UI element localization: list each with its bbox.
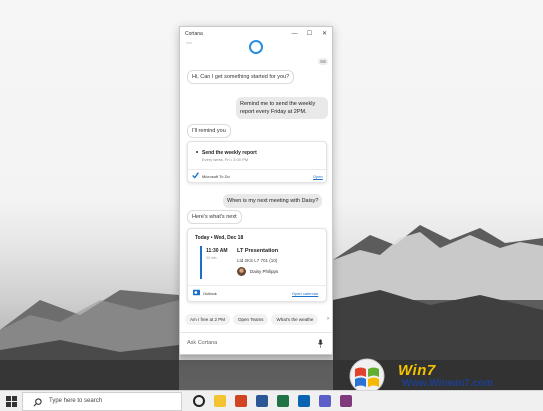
todo-subtitle: Every week, Fri • 2:00 PM bbox=[202, 157, 249, 162]
todo-app-name: Microsoft To Do bbox=[202, 174, 230, 179]
windows-start-icon[interactable] bbox=[6, 396, 17, 407]
title-bar: Cortana — ☐ ✕ bbox=[180, 27, 332, 41]
teams-icon[interactable] bbox=[319, 395, 331, 407]
minimize-button[interactable]: — bbox=[287, 27, 302, 41]
divider bbox=[188, 169, 326, 170]
suggestion-chip[interactable]: Open Teams bbox=[233, 314, 269, 325]
todo-title: Send the weekly report bbox=[202, 150, 257, 156]
cortana-greeting: Hi, Can I get something started for you? bbox=[187, 70, 295, 84]
maximize-button[interactable]: ☐ bbox=[302, 27, 317, 41]
calendar-date-header: Today • Wed, Dec 18 bbox=[195, 235, 244, 241]
close-button[interactable]: ✕ bbox=[317, 27, 332, 41]
taskbar: Type here to search bbox=[0, 390, 543, 411]
watermark-url: Www.Winwin7.com bbox=[402, 378, 494, 389]
open-calendar-link[interactable]: Open calendar bbox=[292, 291, 318, 296]
cortana-window: Cortana — ☐ ✕ ⋯ ⌨ Hi, Can I get somethin… bbox=[179, 26, 333, 355]
search-placeholder: Type here to search bbox=[49, 398, 103, 404]
windows7-watermark-logo-icon bbox=[349, 358, 385, 394]
outlook-icon[interactable] bbox=[298, 395, 310, 407]
ask-cortana-bar[interactable]: Ask Cortana bbox=[180, 332, 332, 354]
suggestion-chip[interactable]: Am I free at 2 PM bbox=[185, 314, 231, 325]
onenote-icon[interactable] bbox=[340, 395, 352, 407]
ask-cortana-input[interactable]: Ask Cortana bbox=[187, 340, 217, 346]
chevron-right-icon[interactable]: › bbox=[327, 316, 329, 322]
open-todo-link[interactable]: Open bbox=[313, 174, 323, 179]
cortana-reply: I'll remind you bbox=[187, 124, 231, 138]
event-time: 11:30 AM bbox=[206, 248, 228, 254]
attendee-name: Daisy Philipps bbox=[250, 269, 279, 274]
powerpoint-icon[interactable] bbox=[235, 395, 247, 407]
calendar-app-name: Outlook bbox=[203, 291, 217, 296]
cortana-reply: Here's what's next bbox=[187, 210, 242, 224]
calendar-card[interactable]: Today • Wed, Dec 18 11:30 AM 30 min LT P… bbox=[187, 228, 327, 302]
todo-card[interactable]: Send the weekly report Every week, Fri •… bbox=[187, 141, 327, 183]
event-color-bar bbox=[200, 246, 202, 279]
cortana-orb-icon bbox=[249, 40, 263, 54]
event-duration: 30 min bbox=[206, 256, 217, 260]
search-icon bbox=[33, 398, 42, 407]
divider bbox=[188, 285, 326, 286]
cortana-icon[interactable] bbox=[193, 395, 205, 407]
word-icon[interactable] bbox=[256, 395, 268, 407]
check-icon bbox=[192, 172, 199, 179]
bullet-icon bbox=[196, 151, 198, 153]
window-title: Cortana bbox=[185, 31, 203, 37]
avatar bbox=[237, 267, 246, 276]
suggestion-chip[interactable]: What's the weathe bbox=[271, 314, 319, 325]
user-message: Remind me to send the weekly report ever… bbox=[236, 97, 328, 119]
watermark-brand: Win7 bbox=[398, 362, 436, 379]
taskbar-search-box[interactable]: Type here to search bbox=[22, 392, 182, 411]
suggestion-chips: Am I free at 2 PM Open Teams What's the … bbox=[185, 314, 319, 325]
event-title: LT Presentation bbox=[237, 248, 279, 254]
excel-icon[interactable] bbox=[277, 395, 289, 407]
outlook-icon bbox=[193, 289, 200, 296]
event-location: Ltd 2KS L7 701 (10) bbox=[237, 258, 278, 263]
microphone-icon[interactable] bbox=[318, 339, 323, 348]
more-options-icon[interactable]: ⋯ bbox=[186, 40, 193, 47]
keyboard-icon[interactable]: ⌨ bbox=[318, 58, 328, 65]
user-message: When is my next meeting with Daisy? bbox=[223, 194, 323, 208]
file-explorer-icon[interactable] bbox=[214, 395, 226, 407]
